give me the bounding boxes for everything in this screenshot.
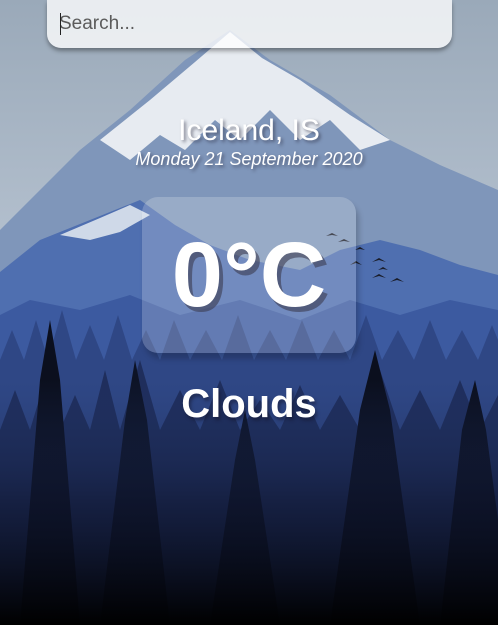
search-input[interactable] [59, 0, 439, 48]
date-label: Monday 21 September 2020 [135, 149, 363, 169]
search-bar [47, 0, 452, 48]
temperature-card: 0°C [142, 197, 356, 353]
temperature-value: 0°C [171, 224, 327, 326]
location-label: Iceland, IS [178, 114, 320, 147]
text-caret [60, 13, 61, 35]
weather-condition: Clouds [181, 382, 317, 426]
weather-app: Iceland, IS Monday 21 September 2020 0°C… [0, 0, 498, 625]
